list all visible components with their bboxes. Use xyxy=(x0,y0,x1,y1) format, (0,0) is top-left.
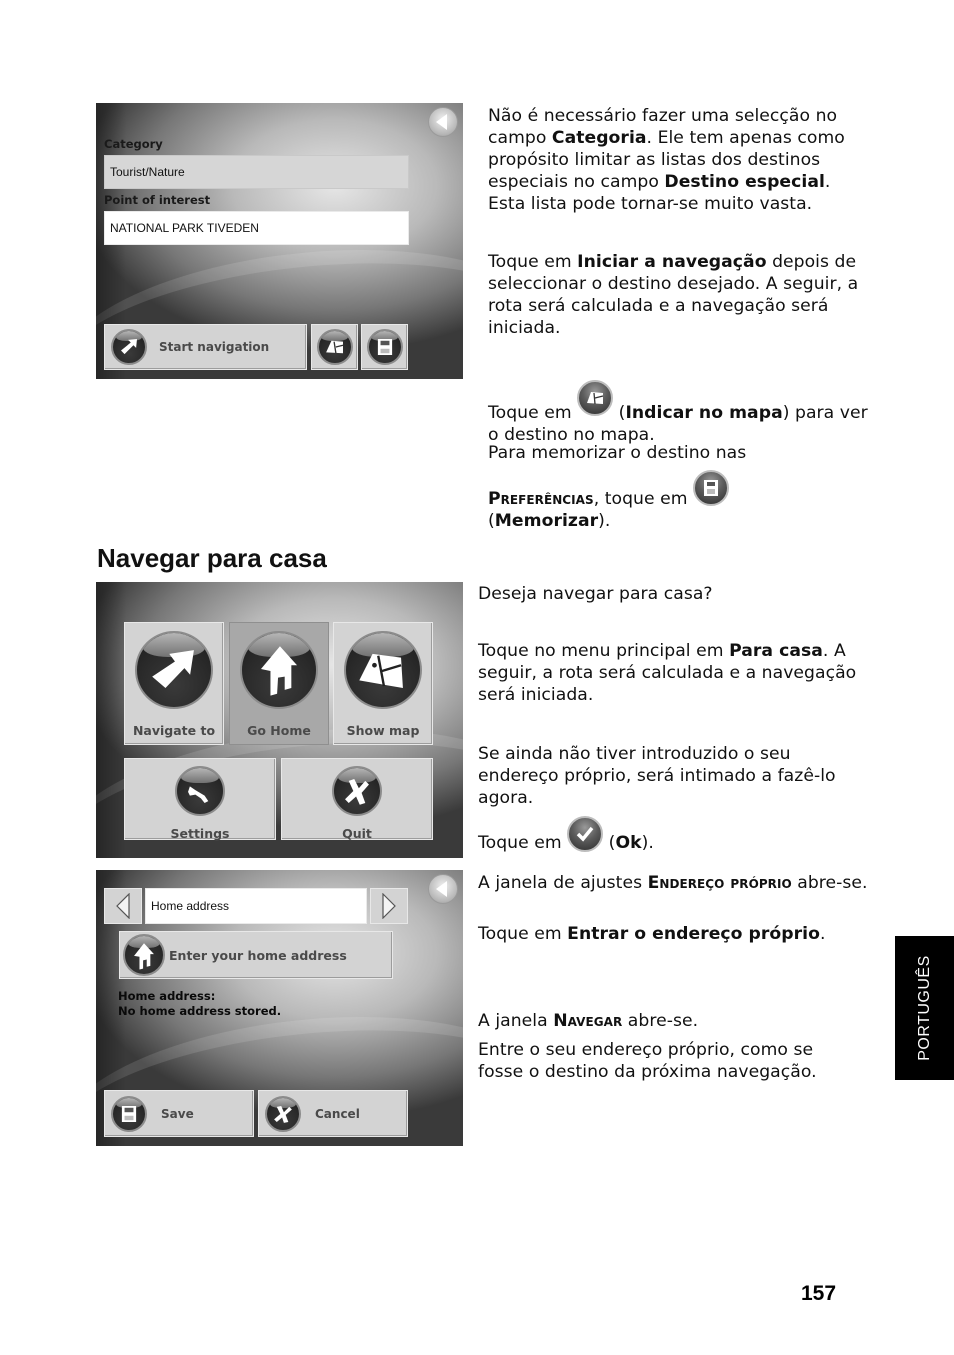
home-address-screenshot: Home address Enter your home address Hom… xyxy=(96,870,463,1146)
settings-selector-field[interactable]: Home address xyxy=(145,888,367,924)
start-navigation-button[interactable]: Start navigation xyxy=(104,324,307,370)
go-home-tile[interactable]: Go Home xyxy=(229,622,329,745)
cancel-button[interactable]: Cancel xyxy=(258,1090,408,1137)
quit-tile[interactable]: Quit xyxy=(281,758,433,841)
term-ok: Ok xyxy=(615,833,642,853)
paragraph-home-address-window: A janela de ajustes Endereço próprio abr… xyxy=(478,873,868,893)
next-option-button[interactable] xyxy=(370,888,408,924)
home-address-info-value: No home address stored. xyxy=(118,1004,282,1018)
paragraph-start-navigation: Toque em Iniciar a navegação depois de s… xyxy=(488,252,859,338)
paragraph-enter-address-as-destination: Entre o seu endereço próprio, como se fo… xyxy=(478,1040,817,1082)
paragraph-navigate-window: A janela Navegar abre-se. xyxy=(478,1011,699,1031)
term-para-casa: Para casa xyxy=(729,641,823,661)
map-icon xyxy=(344,631,422,709)
term-navegar: Navegar xyxy=(553,1011,623,1031)
save-button[interactable]: Save xyxy=(104,1090,254,1137)
settings-tile[interactable]: Settings xyxy=(124,758,276,841)
save-disk-icon xyxy=(111,1095,147,1132)
page-number: 157 xyxy=(801,1282,837,1305)
navigate-arrow-icon xyxy=(135,631,213,709)
term-indicar-no-mapa: Indicar no mapa xyxy=(625,403,783,423)
settings-label: Settings xyxy=(170,826,230,841)
paragraph-show-on-map: Toque em (Indicar no mapa) para ver o de… xyxy=(488,380,873,446)
save-disk-icon xyxy=(693,470,730,506)
chevron-right-icon xyxy=(382,893,396,919)
paragraph-memorize: Para memorizar o destino nas Preferência… xyxy=(488,443,747,531)
quit-label: Quit xyxy=(342,826,372,841)
term-categoria: Categoria xyxy=(551,128,647,148)
chevron-left-icon xyxy=(116,893,130,919)
term-destino-especial: Destino especial xyxy=(664,172,825,192)
quit-x-icon xyxy=(332,766,382,816)
previous-option-button[interactable] xyxy=(104,888,142,924)
navigate-arrow-icon xyxy=(111,329,147,365)
start-navigation-label: Start navigation xyxy=(159,340,270,354)
poi-screenshot: Category Tourist/Nature Point of interes… xyxy=(96,103,463,379)
poi-label: Point of interest xyxy=(104,193,211,207)
wrench-icon xyxy=(175,766,225,816)
map-icon xyxy=(577,380,614,416)
save-label: Save xyxy=(161,1106,194,1121)
language-tab: PORTUGUÊS xyxy=(895,936,954,1080)
category-field[interactable]: Tourist/Nature xyxy=(104,155,409,189)
back-button[interactable] xyxy=(428,107,458,137)
save-destination-button[interactable] xyxy=(361,324,408,370)
map-icon xyxy=(316,329,353,365)
save-disk-icon xyxy=(366,329,403,365)
enter-home-address-label: Enter your home address xyxy=(169,947,347,963)
cancel-label: Cancel xyxy=(315,1106,360,1121)
paragraph-no-home-address: Se ainda não tiver introduzido o seu end… xyxy=(478,744,836,808)
term-memorizar: Memorizar xyxy=(494,511,599,531)
home-address-info-title: Home address: xyxy=(118,989,216,1003)
enter-home-address-button[interactable]: Enter your home address xyxy=(119,931,393,979)
house-icon xyxy=(240,631,318,709)
back-button[interactable] xyxy=(428,874,458,904)
show-map-label: Show map xyxy=(346,723,420,738)
house-icon xyxy=(123,934,165,976)
navigate-to-label: Navigate to xyxy=(132,723,216,738)
paragraph-enter-home-address: Toque em Entrar o endereço próprio. xyxy=(478,924,826,944)
term-iniciar-navegacao: Iniciar a navegação xyxy=(577,252,767,272)
category-label: Category xyxy=(104,137,163,151)
paragraph-navigate-home-question: Deseja navegar para casa? xyxy=(478,584,713,604)
term-preferencias: Preferências xyxy=(488,489,594,509)
paragraph-ok: Toque em (Ok). xyxy=(478,816,873,854)
section-heading: Navegar para casa xyxy=(97,543,327,573)
go-home-label: Go Home xyxy=(247,723,311,738)
term-entrar-endereco-proprio: Entrar o endereço próprio xyxy=(567,924,820,944)
paragraph-main-menu-home: Toque no menu principal em Para casa. A … xyxy=(478,641,857,705)
language-tab-label: PORTUGUÊS xyxy=(915,955,933,1061)
navigate-to-tile[interactable]: Navigate to xyxy=(124,622,224,745)
poi-field[interactable]: NATIONAL PARK TIVEDEN xyxy=(104,211,409,245)
cancel-x-icon xyxy=(265,1095,301,1132)
show-map-tile[interactable]: Show map xyxy=(333,622,433,745)
main-menu-screenshot: Navigate to Go Home Show map Settings Qu… xyxy=(96,582,463,858)
checkmark-icon xyxy=(567,816,604,852)
show-on-map-button[interactable] xyxy=(311,324,358,370)
term-endereco-proprio: Endereço próprio xyxy=(647,873,792,893)
paragraph-category-note: Não é necessário fazer uma selecção no c… xyxy=(488,106,845,214)
